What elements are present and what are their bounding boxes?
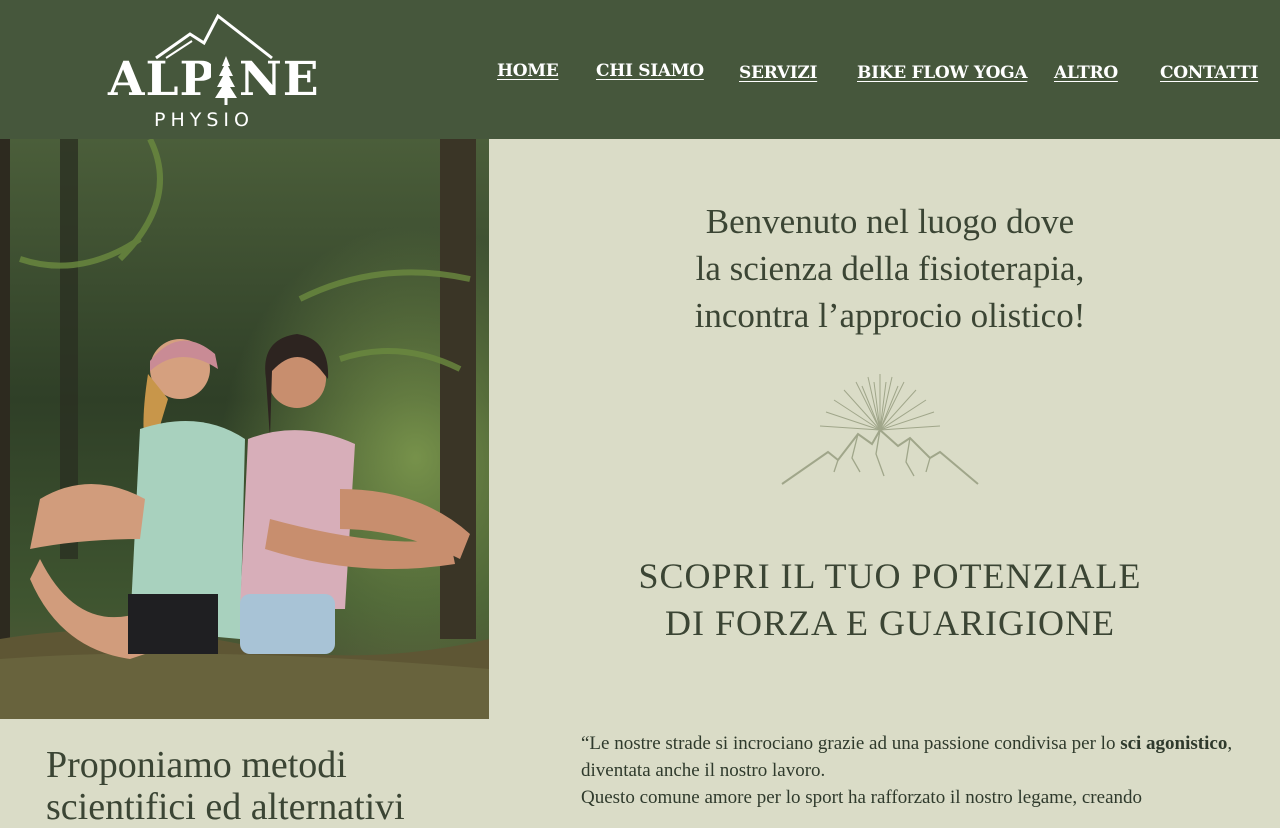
tagline-line-1: SCOPRI IL TUO POTENZIALE xyxy=(638,556,1142,596)
quote-highlight: sci agonistico xyxy=(1120,733,1228,754)
nav-home[interactable]: HOME xyxy=(497,61,559,81)
logo-subtitle: PHYSIO xyxy=(154,109,254,131)
quote-paragraph-1: “Le nostre strade si incrociano grazie a… xyxy=(581,733,1233,781)
welcome-line-2: la scienza della fisioterapia, xyxy=(695,249,1085,288)
methods-heading: Proponiamo metodi scientifici ed alterna… xyxy=(46,744,476,828)
tagline-heading: SCOPRI IL TUO POTENZIALE DI FORZA E GUAR… xyxy=(560,553,1220,647)
about-quote: “Le nostre strade si incrociano grazie a… xyxy=(581,730,1271,811)
welcome-line-1: Benvenuto nel luogo dove xyxy=(705,202,1075,241)
nav-altro[interactable]: ALTRO xyxy=(1054,63,1118,83)
sun-over-mountains-icon xyxy=(780,372,980,492)
nav-servizi[interactable]: SERVIZI xyxy=(739,63,817,83)
methods-heading-line-2: scientifici ed alternativi xyxy=(46,786,405,828)
welcome-heading: Benvenuto nel luogo dove la scienza dell… xyxy=(560,198,1220,339)
nav-bike-flow-yoga[interactable]: BIKE FLOW YOGA xyxy=(857,63,1028,83)
welcome-line-3: incontra l’approcio olistico! xyxy=(694,296,1086,335)
site-header: ALPINE PHYSIO HOME CHI SIAMO SERVIZI BIK… xyxy=(0,0,1280,139)
pine-tree-icon xyxy=(211,54,241,106)
nav-chi-siamo[interactable]: CHI SIAMO xyxy=(596,61,704,81)
alpine-physio-logo[interactable]: ALPINE PHYSIO xyxy=(104,12,324,134)
tagline-line-2: DI FORZA E GUARIGIONE xyxy=(665,603,1115,643)
nav-contatti[interactable]: CONTATTI xyxy=(1160,63,1258,83)
methods-heading-line-1: Proponiamo metodi xyxy=(46,744,347,786)
hero-photo xyxy=(0,139,489,719)
quote-paragraph-2: Questo comune amore per lo sport ha raff… xyxy=(581,787,1143,808)
